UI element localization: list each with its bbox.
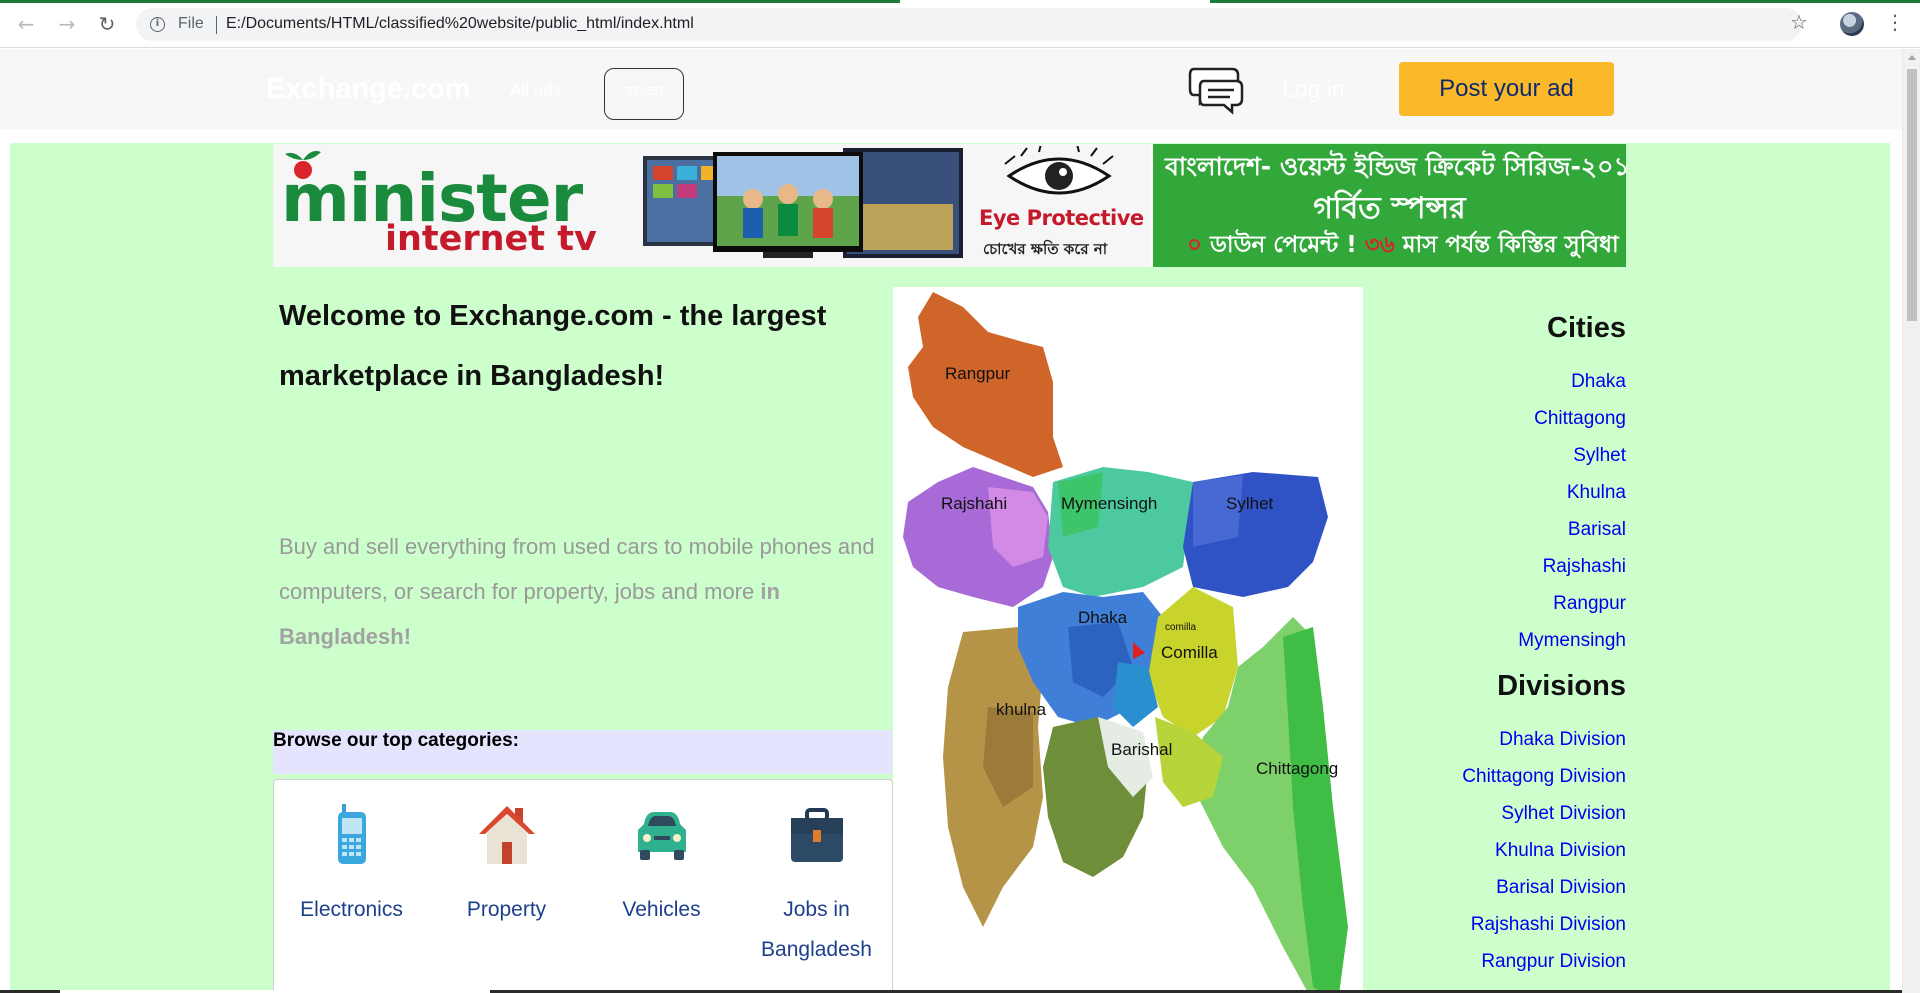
vertical-scrollbar[interactable] [1902,49,1920,993]
address-bar[interactable]: i File E:/Documents/HTML/classified%20we… [136,8,1802,41]
map-label-chittagong: Chittagong [1256,759,1338,778]
cities-heading: Cities [1547,312,1626,344]
banner-feature-title: Eye Protective [979,206,1144,230]
site-brand[interactable]: Exchange.com [266,73,471,106]
scroll-up-arrow-icon[interactable] [1908,55,1916,60]
login-link[interactable]: Log in [1282,76,1345,103]
language-toggle-button[interactable]: বাংলা [604,68,684,120]
promo-down-payment: ডাউন পেমেন্ট ! [1201,232,1365,258]
division-link-barisal[interactable]: Barisal Division [1362,869,1626,906]
city-link-dhaka[interactable]: Dhaka [1362,363,1626,400]
promo-months: ৩৬ [1364,232,1395,258]
division-link-khulna[interactable]: Khulna Division [1362,832,1626,869]
banner-brand-bottom: internet tv [385,219,597,259]
category-label[interactable]: Electronics [274,890,429,930]
url-text[interactable]: E:/Documents/HTML/classified%20website/p… [226,15,694,33]
categories-panel: Electronics Property Vehicles Jobs in Ba… [273,779,893,993]
tv-product-image [643,148,963,258]
post-ad-button[interactable]: Post your ad [1399,62,1614,116]
bangladesh-map: Rangpur Rajshahi Mymensingh Sylhet Dhaka… [893,287,1363,993]
location-sidebar: Cities Dhaka Chittagong Sylhet Khulna Ba… [1362,303,1626,980]
loading-progress-bar [1210,0,1920,3]
scheme-label: File [178,15,204,32]
mobile-phone-icon [337,804,366,864]
category-label[interactable]: Vehicles [584,890,739,930]
map-label-barishal: Barishal [1111,740,1172,759]
reload-icon[interactable]: ↻ [94,11,120,37]
banner-feature-subtitle: চোখের ক্ষতি করে না [983,240,1108,258]
scroll-thumb[interactable] [1907,69,1917,321]
category-label[interactable]: Property [429,890,584,930]
division-link-rajshashi[interactable]: Rajshashi Division [1362,906,1626,943]
browse-categories-bar: Browse our top categories: [273,730,892,774]
profile-avatar[interactable] [1840,12,1864,36]
site-header: Exchange.com All ads বাংলা Log in Post y… [0,49,1902,129]
division-link-rangpur[interactable]: Rangpur Division [1362,943,1626,980]
cities-list: Dhaka Chittagong Sylhet Khulna Barisal R… [1362,363,1626,659]
all-ads-link[interactable]: All ads [510,81,561,101]
division-link-sylhet[interactable]: Sylhet Division [1362,795,1626,832]
city-link-chittagong[interactable]: Chittagong [1362,400,1626,437]
loading-progress-bar [0,0,900,3]
info-icon[interactable]: i [150,17,165,32]
division-link-chittagong[interactable]: Chittagong Division [1362,758,1626,795]
city-link-sylhet[interactable]: Sylhet [1362,437,1626,474]
browser-toolbar: ← → ↻ i File E:/Documents/HTML/classifie… [0,0,1920,48]
divider [216,16,217,34]
map-label-comilla-small: comilla [1165,622,1197,633]
map-label-mymensingh: Mymensingh [1061,494,1157,513]
forward-arrow-icon[interactable]: → [54,11,80,37]
promo-installment: মাস পর্যন্ত কিস্তির সুবিধা ! [1394,232,1626,258]
page-viewport: Exchange.com All ads বাংলা Log in Post y… [0,49,1902,993]
divisions-heading: Divisions [1497,670,1626,702]
map-label-dhaka: Dhaka [1078,608,1128,627]
intro-body: Buy and sell everything from used cars t… [279,534,875,604]
map-label-rangpur: Rangpur [945,364,1011,383]
banner-promo-panel: বাংলাদেশ- ওয়েস্ট ইন্ডিজ ক্রিকেট সিরিজ-২… [1153,144,1626,267]
kebab-menu-icon[interactable]: ⋮ [1885,10,1905,34]
promo-zero: ০ [1187,232,1202,258]
car-icon [637,812,686,860]
map-label-comilla: Comilla [1161,643,1218,662]
bookmark-star-icon[interactable]: ☆ [1790,10,1808,34]
back-arrow-icon[interactable]: ← [13,11,39,37]
promo-line-3: ০ ডাউন পেমেন্ট ! ৩৬ মাস পর্যন্ত কিস্তির … [1187,226,1626,265]
map-label-sylhet: Sylhet [1226,494,1274,513]
city-link-khulna[interactable]: Khulna [1362,474,1626,511]
divisions-list: Dhaka Division Chittagong Division Sylhe… [1362,721,1626,980]
map-label-rajshahi: Rajshahi [941,494,1007,513]
category-label[interactable]: Jobs in Bangladesh [739,890,894,970]
advertisement-banner[interactable]: minister internet tv Eye Protective চোখে… [273,144,1626,267]
city-link-barisal[interactable]: Barisal [1362,511,1626,548]
welcome-heading: Welcome to Exchange.com - the largest ma… [279,300,827,392]
map-label-khulna: khulna [996,700,1047,719]
chat-icon[interactable] [1188,65,1246,115]
city-link-mymensingh[interactable]: Mymensingh [1362,622,1626,659]
intro-text: Buy and sell everything from used cars t… [279,524,897,659]
city-link-rangpur[interactable]: Rangpur [1362,585,1626,622]
briefcase-icon [790,808,843,862]
browse-categories-title: Browse our top categories: [273,730,519,751]
division-link-dhaka[interactable]: Dhaka Division [1362,721,1626,758]
house-icon [478,806,535,864]
bangladesh-division-map: Rangpur Rajshahi Mymensingh Sylhet Dhaka… [903,292,1348,993]
city-link-rajshashi[interactable]: Rajshashi [1362,548,1626,585]
